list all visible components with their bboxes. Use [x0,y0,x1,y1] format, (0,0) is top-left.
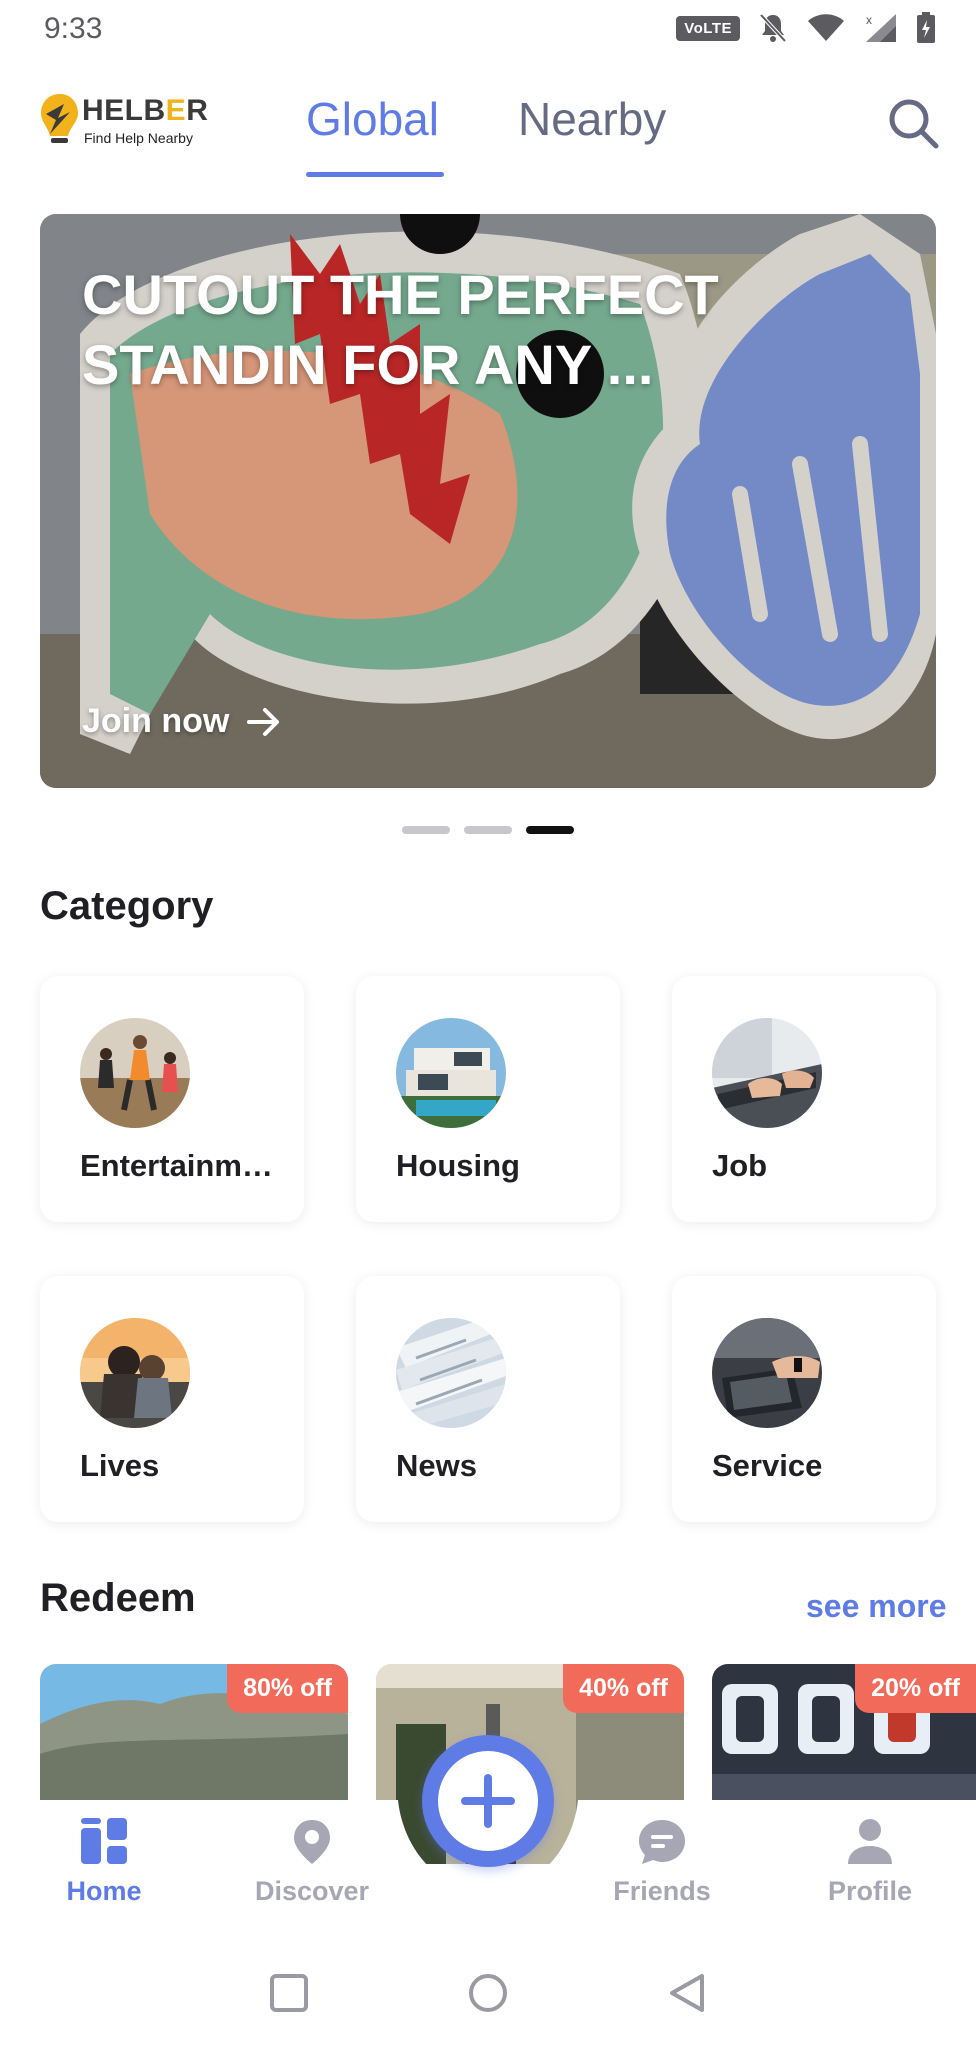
back-button[interactable] [662,1968,712,2018]
nav-profile-label: Profile [827,1876,913,1906]
nav-home[interactable]: Home [24,1818,184,1907]
map-pin-icon [294,1820,330,1864]
bell-off-icon [758,12,788,44]
discount-badge: 20% off [855,1664,976,1713]
search-button[interactable] [886,96,940,150]
tab-nearby[interactable]: Nearby [518,92,666,146]
search-icon [889,99,939,149]
pagination-dot[interactable] [402,826,450,834]
create-post-button[interactable] [422,1735,554,1867]
nav-friends-label: Friends [613,1876,711,1906]
plus-icon [461,1774,515,1828]
volte-icon: VoLTE [676,15,740,41]
nav-discover-label: Discover [254,1876,370,1906]
category-label: Housing [396,1148,520,1183]
category-section-title: Category [40,884,214,928]
nav-discover[interactable]: Discover [232,1818,392,1907]
banner-title: CUTOUT THE PERFECT STANDIN FOR ANY ... [82,263,719,396]
join-now-button[interactable]: Join now [82,702,281,741]
person-icon [848,1819,892,1864]
category-image [396,1318,506,1428]
svg-text:x: x [866,13,872,27]
discount-badge: 80% off [227,1664,348,1713]
logo-tagline: Find Help Nearby [84,130,193,146]
app-logo: HELBER Find Help Nearby [38,90,208,150]
category-label: News [396,1448,477,1483]
square-icon [270,1974,308,2012]
category-label: Entertainment [80,1148,280,1183]
nav-home-label: Home [66,1876,142,1906]
fab-inner [438,1751,538,1851]
category-image [712,1018,822,1128]
category-card-job[interactable]: Job [672,976,936,1222]
nav-profile[interactable]: Profile [790,1818,950,1907]
category-label: Service [712,1448,823,1483]
category-image [80,1318,190,1428]
wifi-icon [806,13,846,43]
circle-icon [469,1974,507,2012]
category-label: Job [712,1148,768,1183]
status-icons: VoLTE x [676,12,936,44]
category-card-housing[interactable]: Housing [356,976,620,1222]
redeem-section-title: Redeem [40,1576,196,1620]
battery-icon [916,12,936,44]
chat-bubble-icon [639,1820,685,1864]
arrow-right-icon [247,707,280,736]
see-more-link[interactable]: see more [806,1588,947,1625]
category-image [712,1318,822,1428]
dashboard-icon [81,1818,127,1864]
system-navigation-bar [0,1940,976,2046]
home-system-button[interactable] [463,1968,513,2018]
category-card-entertainment[interactable]: Entertainment [40,976,304,1222]
category-label: Lives [80,1448,160,1483]
app-header: HELBER Find Help Nearby Global Nearby [0,72,976,182]
pagination-dot[interactable] [464,826,512,834]
discount-badge: 40% off [563,1664,684,1713]
category-card-news[interactable]: News [356,1276,620,1522]
promo-banner[interactable]: CUTOUT THE PERFECT STANDIN FOR ANY ... J… [40,214,936,788]
logo-name: HELBER [82,94,209,127]
logo-lightbulb-icon [41,94,78,143]
category-image [80,1018,190,1128]
pagination-dot-active[interactable] [526,826,574,834]
recent-apps-button[interactable] [264,1968,314,2018]
nav-friends[interactable]: Friends [582,1818,742,1907]
status-bar: 9:33 VoLTE x [0,0,976,58]
status-time: 9:33 [44,12,103,45]
category-card-lives[interactable]: Lives [40,1276,304,1522]
signal-icon: x [864,12,898,44]
category-card-service[interactable]: Service [672,1276,936,1522]
banner-pagination [402,826,574,834]
tab-global[interactable]: Global [306,92,439,146]
category-image [396,1018,506,1128]
active-tab-indicator [306,172,444,177]
join-now-label: Join now [82,702,230,740]
triangle-back-icon [670,1974,704,2012]
